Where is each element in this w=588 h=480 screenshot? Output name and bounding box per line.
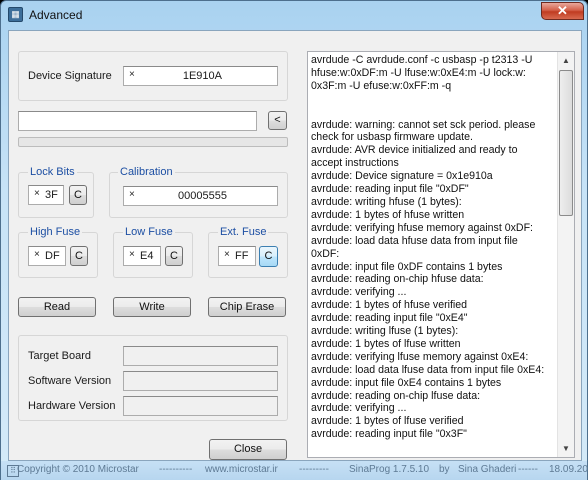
log-line: check for usbasp firmware update. [311,131,473,144]
low-fuse-value: E4 [140,250,154,262]
log-line: avrdude: AVR device initialized and read… [311,144,518,157]
device-signature-label: Device Signature [28,70,112,82]
calibration-label: Calibration [118,166,175,178]
close-button[interactable]: Close [209,439,287,460]
hardware-version-label: Hardware Version [28,400,116,412]
window-app-icon: ▦ [8,7,23,22]
write-button[interactable]: Write [113,297,191,317]
low-fuse-field[interactable]: × E4 [123,246,161,266]
log-line: 0x3F:m -U efuse:w:0xFF:m -q [311,79,452,92]
copyright-text: Copyright © 2010 Microstar [17,464,139,475]
high-fuse-c-button[interactable]: C [70,246,88,266]
scroll-up-arrow-icon[interactable]: ▲ [558,52,574,69]
status-separator: ------ [518,464,538,475]
lock-bits-value: 3F [45,189,58,201]
chip-erase-button[interactable]: Chip Erase [208,297,286,317]
low-fuse-group: Low Fuse × E4 C [113,226,193,278]
low-fuse-c-button[interactable]: C [165,246,183,266]
website-text: www.microstar.ir [205,464,278,475]
date-text: 18.09.2010 [549,464,588,475]
calibration-value: 00005555 [178,190,227,202]
ext-fuse-c-button[interactable]: C [259,246,278,267]
app-version-text: SinaProg 1.7.5.10 [349,464,430,475]
log-line: avrdude: input file 0xE4 contains 1 byte… [311,376,502,389]
programmer-info-group: Target Board Software Version Hardware V… [18,335,288,421]
log-line: avrdude: 1 bytes of lfuse verified [311,415,464,428]
ext-fuse-label: Ext. Fuse [218,226,269,238]
log-line: avrdude: verifying ... [311,402,407,415]
clear-icon[interactable]: × [129,189,135,200]
log-line: avrdude: reading on-chip hfuse data: [311,273,484,286]
high-fuse-field[interactable]: × DF [28,246,66,266]
log-line: avrdude: reading input file "0xDF" [311,183,469,196]
ext-fuse-field[interactable]: × FF [218,246,256,266]
calibration-group: Calibration × 00005555 [109,166,288,218]
log-output[interactable]: avrdude -C avrdude.conf -c usbasp -p t23… [307,51,575,458]
hardware-version-field [123,396,278,416]
log-line: avrdude: Device signature = 0x1e910a [311,170,493,183]
log-line: avrdude -C avrdude.conf -c usbasp -p t23… [311,54,533,66]
clear-icon[interactable]: × [129,249,135,260]
log-line: avrdude: 1 bytes of lfuse written [311,337,461,350]
by-text: by [439,464,450,475]
log-line: avrdude: reading on-chip lfuse data: [311,389,481,402]
lock-bits-c-button[interactable]: C [69,185,87,205]
title-bar[interactable]: ▦ Advanced ✕ [1,1,587,29]
scrollbar-thumb[interactable] [559,70,573,216]
high-fuse-label: High Fuse [28,226,83,238]
log-line: avrdude: load data lfuse data from input… [311,363,545,376]
software-version-field [123,371,278,391]
window-close-button[interactable]: ✕ [541,2,584,20]
software-version-label: Software Version [28,375,112,387]
log-line: avrdude: load data hfuse data from input… [311,234,518,247]
log-line: hfuse:w:0xDF:m -U lfuse:w:0xE4:m -U lock… [311,66,526,79]
high-fuse-group: High Fuse × DF C [18,226,98,278]
target-board-field [123,346,278,366]
ext-fuse-group: Ext. Fuse × FF C [208,226,288,278]
log-line: avrdude: warning: cannot set sck period.… [311,118,536,131]
advanced-window: ▦ Advanced ✕ Device Signature × 1E910A <… [0,0,588,480]
calibration-field[interactable]: × 00005555 [123,186,278,206]
scroll-down-arrow-icon[interactable]: ▼ [558,440,574,457]
ext-fuse-value: FF [235,250,249,262]
log-line: avrdude: reading input file "0xE4" [311,312,468,325]
progress-bar [18,137,288,147]
lock-bits-field[interactable]: × 3F [28,185,64,205]
log-line: avrdude: verifying hfuse memory against … [311,221,533,234]
low-fuse-label: Low Fuse [123,226,175,238]
log-line: avrdude: verifying lfuse memory against … [311,350,529,363]
author-text: Sina Ghaderi [458,464,517,475]
target-board-label: Target Board [28,350,91,362]
log-scrollbar[interactable]: ▲ ▼ [557,52,574,457]
lock-bits-group: Lock Bits × 3F C [18,166,94,218]
log-line: avrdude: reading input file "0x3F" [311,428,467,441]
log-line: avrdude: 1 bytes of hfuse verified [311,299,468,312]
browse-button[interactable]: < [268,111,287,130]
clear-icon[interactable]: × [224,249,230,260]
log-line: avrdude: input file 0xDF contains 1 byte… [311,260,503,273]
device-signature-group: Device Signature × 1E910A [18,51,288,101]
clear-icon[interactable]: × [34,188,40,199]
window-title: Advanced [29,8,83,22]
log-line: avrdude: 1 bytes of hfuse written [311,208,465,221]
read-button[interactable]: Read [18,297,96,317]
lock-bits-label: Lock Bits [28,166,77,178]
log-line: accept instructions [311,157,399,170]
status-bar: ⠿ Copyright © 2010 Microstar ---------- … [1,461,588,480]
clear-icon[interactable]: × [129,69,135,80]
high-fuse-value: DF [45,250,60,262]
log-line: avrdude: verifying ... [311,286,407,299]
hex-file-field[interactable] [18,111,257,131]
status-separator: --------- [299,464,329,475]
device-signature-field[interactable]: × 1E910A [123,66,278,86]
log-line: avrdude: writing lfuse (1 bytes): [311,325,459,338]
log-line: 0xDF: [311,247,340,260]
device-signature-value: 1E910A [182,70,222,82]
log-line: avrdude: writing hfuse (1 bytes): [311,195,462,208]
clear-icon[interactable]: × [34,249,40,260]
log-text: avrdude -C avrdude.conf -c usbasp -p t23… [311,54,559,441]
status-separator: ---------- [159,464,193,475]
